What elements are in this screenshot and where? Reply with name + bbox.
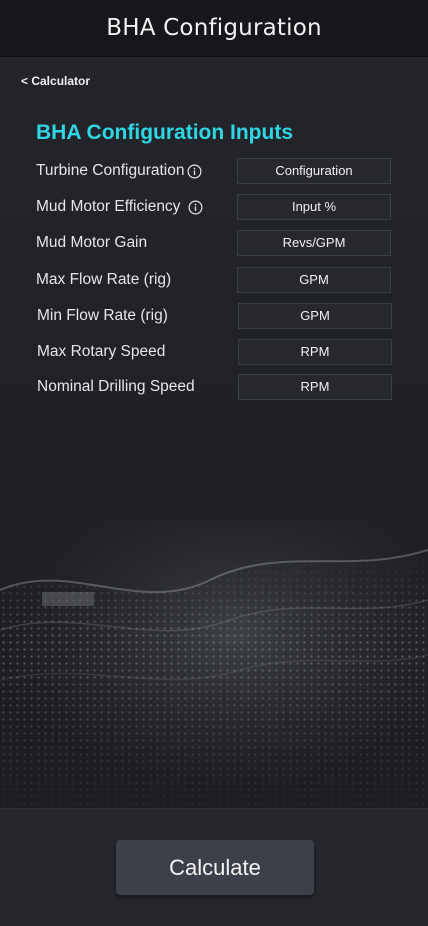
back-to-calculator-link[interactable]: < Calculator — [21, 74, 90, 88]
row-mud-motor-efficiency: Mud Motor Efficiency Input % — [0, 194, 428, 220]
background-wave-graphic — [0, 520, 428, 810]
field-label: Nominal Drilling Speed — [37, 378, 195, 395]
field-label: Max Rotary Speed — [37, 343, 166, 360]
field-label-text: Turbine Configuration — [36, 162, 185, 179]
info-icon[interactable] — [188, 200, 203, 215]
row-nominal-drilling-speed: Nominal Drilling Speed RPM — [0, 374, 428, 400]
turbine-configuration-input[interactable]: Configuration — [237, 158, 391, 184]
row-mud-motor-gain: Mud Motor Gain Revs/GPM — [0, 230, 428, 256]
info-icon[interactable] — [187, 164, 202, 179]
row-turbine-configuration: Turbine Configuration Configuration — [0, 158, 428, 184]
field-label: Min Flow Rate (rig) — [37, 307, 168, 324]
calculate-button[interactable]: Calculate — [116, 840, 314, 895]
field-label: Mud Motor Efficiency — [36, 198, 203, 216]
title-bar: BHA Configuration — [0, 0, 428, 57]
page-title: BHA Configuration — [106, 15, 322, 41]
field-label: Mud Motor Gain — [36, 234, 148, 251]
mud-motor-gain-input[interactable]: Revs/GPM — [237, 230, 391, 256]
max-flow-rate-input[interactable]: GPM — [237, 267, 391, 293]
row-max-rotary-speed: Max Rotary Speed RPM — [0, 339, 428, 365]
row-min-flow-rate: Min Flow Rate (rig) GPM — [0, 303, 428, 329]
max-rotary-speed-input[interactable]: RPM — [238, 339, 392, 365]
nominal-drilling-speed-input[interactable]: RPM — [238, 374, 392, 400]
min-flow-rate-input[interactable]: GPM — [238, 303, 392, 329]
mud-motor-efficiency-input[interactable]: Input % — [237, 194, 391, 220]
bottom-action-bar: Calculate — [0, 808, 428, 926]
field-label-text: Mud Motor Efficiency — [36, 198, 181, 215]
field-label: Turbine Configuration — [36, 162, 202, 180]
row-max-flow-rate: Max Flow Rate (rig) GPM — [0, 267, 428, 293]
app-screen: BHA Configuration < Calculator BHA Confi… — [0, 0, 428, 926]
section-title: BHA Configuration Inputs — [36, 121, 294, 144]
field-label: Max Flow Rate (rig) — [36, 271, 172, 288]
